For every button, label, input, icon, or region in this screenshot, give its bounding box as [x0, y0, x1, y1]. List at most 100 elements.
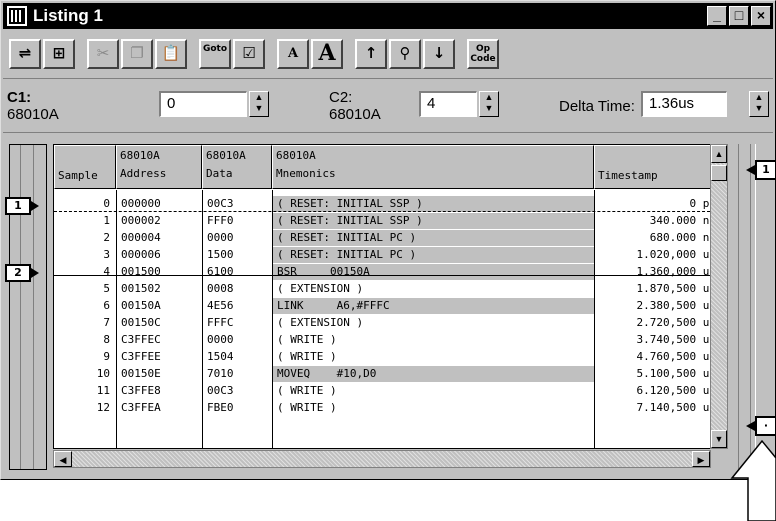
cell-sample: 8: [103, 333, 110, 346]
table-row[interactable]: 6 00150A 4E56 LINK A6,#FFFC 2.380,500 us: [54, 298, 720, 314]
table-row[interactable]: 7 00150C FFFC ( EXTENSION ) 2.720,500 us: [54, 315, 720, 331]
properties-button[interactable]: ☑: [233, 39, 265, 69]
insert-column-button[interactable]: ⇌: [9, 39, 41, 69]
header-sample[interactable]: Sample: [54, 145, 116, 189]
scroll-up-button[interactable]: ▲: [711, 145, 727, 163]
cell-sample: 9: [103, 350, 110, 363]
header-mnemonics[interactable]: 68010A Mnemonics: [272, 145, 594, 189]
table-row[interactable]: 10 00150E 7010 MOVEQ #10,D0 5.100,500 us: [54, 366, 720, 382]
cell-data: FFFC: [207, 316, 234, 329]
goto-icon: Goto: [202, 44, 228, 54]
marker-1[interactable]: 1: [5, 197, 39, 215]
header-data[interactable]: 68010A Data: [202, 145, 272, 189]
minimize-button[interactable]: _: [707, 6, 727, 26]
copy-button[interactable]: ❐: [121, 39, 153, 69]
cell-timestamp: 3.740,500 us: [636, 333, 716, 346]
cell-timestamp: 5.100,500 us: [636, 367, 716, 380]
table-row[interactable]: 8 C3FFEC 0000 ( WRITE ) 3.740,500 us: [54, 332, 720, 348]
header-address[interactable]: 68010A Address: [116, 145, 202, 189]
cell-sample: 10: [96, 367, 110, 380]
listing-table: Sample 68010A Address 68010A Data 68010A Mn…: [53, 144, 721, 449]
cell-data: 0000: [207, 231, 234, 244]
font-larger-button[interactable]: A: [311, 39, 343, 69]
table-row[interactable]: 4 001500 6100 BSR 00150A 1.360,000 us: [54, 264, 720, 280]
cell-mnemonic: ( EXTENSION ): [277, 282, 364, 295]
binoculars-icon: ⚲: [399, 44, 411, 62]
insert-column-icon: ⇌: [18, 44, 32, 62]
header-timestamp[interactable]: Timestamp: [594, 145, 720, 189]
horizontal-scrollbar[interactable]: ◀ ▶: [53, 450, 711, 468]
close-button[interactable]: ×: [751, 6, 771, 26]
cell-timestamp: 680.000 ns: [649, 231, 716, 244]
arrow-up-icon: ↑: [364, 44, 378, 62]
opcode-icon: Op Code: [470, 44, 496, 64]
table-row[interactable]: 2 000004 0000 ( RESET: INITIAL PC ) 680.000 …: [54, 230, 720, 246]
c1-spinner[interactable]: ▲ ▼: [249, 91, 269, 117]
cell-address: C3FFEE: [121, 350, 161, 363]
cell-data: 0008: [207, 282, 234, 295]
cell-mnemonic: BSR 00150A: [273, 264, 594, 280]
cell-mnemonic: ( RESET: INITIAL PC ): [273, 230, 594, 246]
scissors-icon: ✂: [96, 44, 110, 62]
add-marker-button[interactable]: ⊞: [43, 39, 75, 69]
delta-time-field[interactable]: 1.36us: [641, 91, 727, 117]
cell-mnemonic: ( WRITE ): [277, 333, 337, 346]
c2-field[interactable]: 4: [419, 91, 477, 117]
vertical-scroll-thumb[interactable]: [711, 165, 727, 181]
cell-address: C3FFE8: [121, 384, 161, 397]
c1-field[interactable]: 0: [159, 91, 247, 117]
cell-timestamp: 2.720,500 us: [636, 316, 716, 329]
right-marker-cursor[interactable]: ·: [746, 416, 775, 436]
table-row[interactable]: 0 000000 00C3( RESET: INITIAL SSP ) 0 ps: [54, 196, 720, 212]
cell-mnemonic: ( WRITE ): [277, 384, 337, 397]
title-bar[interactable]: Listing 1 _ □ ×: [3, 3, 773, 29]
search-up-button[interactable]: ↑: [355, 39, 387, 69]
vertical-scrollbar[interactable]: ▲ ▼: [710, 144, 728, 449]
table-row[interactable]: 1 000002 FFF0 ( RESET: INITIAL SSP ) 340.000…: [54, 213, 720, 229]
goto-button[interactable]: Goto: [199, 39, 231, 69]
cell-mnemonic: ( WRITE ): [277, 401, 337, 414]
table-row[interactable]: 12 C3FFEA FBE0 ( WRITE ) 7.140,500 us: [54, 400, 720, 416]
table-row[interactable]: 9 C3FFEE 1504 ( WRITE ) 4.760,500 us: [54, 349, 720, 365]
c1-label: C1: 68010A: [7, 89, 59, 123]
maximize-button[interactable]: □: [729, 6, 749, 26]
add-marker-icon: ⊞: [52, 44, 66, 62]
font-smaller-button[interactable]: A: [277, 39, 309, 69]
table-row[interactable]: 5 001502 0008 ( EXTENSION ) 1.870,500 us: [54, 281, 720, 297]
opcode-button[interactable]: Op Code: [467, 39, 499, 69]
cell-address: 001500: [121, 265, 161, 278]
clipboard-icon: 📋: [161, 44, 181, 62]
table-row[interactable]: 11 C3FFE8 00C3 ( WRITE ) 6.120,500 us: [54, 383, 720, 399]
marker-2[interactable]: 2: [5, 264, 39, 282]
cut-button[interactable]: ✂: [87, 39, 119, 69]
marker-2-line: [54, 275, 720, 276]
listing-window-icon[interactable]: [7, 6, 27, 26]
cell-mnemonic: ( RESET: INITIAL SSP ): [273, 196, 594, 212]
c2-label: C2: 68010A: [329, 89, 381, 123]
cell-sample: 5: [103, 282, 110, 295]
cell-address: 00150C: [121, 316, 161, 329]
cell-sample: 12: [96, 401, 110, 414]
cell-timestamp: 2.380,500 us: [636, 299, 716, 312]
find-button[interactable]: ⚲: [389, 39, 421, 69]
cell-sample: 6: [103, 299, 110, 312]
delta-time-spinner[interactable]: ▲ ▼: [749, 91, 769, 117]
right-marker-1[interactable]: 1: [746, 160, 775, 180]
cell-address: C3FFEA: [121, 401, 161, 414]
cell-timestamp: 340.000 ns: [649, 214, 716, 227]
properties-icon: ☑: [242, 44, 256, 62]
cell-sample: 1: [103, 214, 110, 227]
table-row[interactable]: 3 000006 1500 ( RESET: INITIAL PC ) 1.020,00…: [54, 247, 720, 263]
left-marker-strip[interactable]: [9, 144, 47, 470]
toolbar: ⇌ ⊞ ✂ ❐ 📋 Goto ☑ A A ↑ ⚲ ↓ Op Code: [3, 31, 773, 79]
scroll-down-button[interactable]: ▼: [711, 430, 727, 448]
scroll-right-button[interactable]: ▶: [692, 451, 710, 467]
cell-timestamp: 4.760,500 us: [636, 350, 716, 363]
paste-button[interactable]: 📋: [155, 39, 187, 69]
cell-address: 000006: [121, 248, 161, 261]
cell-sample: 4: [103, 265, 110, 278]
scroll-left-button[interactable]: ◀: [54, 451, 72, 467]
cell-mnemonic: ( WRITE ): [277, 350, 337, 363]
c2-spinner[interactable]: ▲ ▼: [479, 91, 499, 117]
search-down-button[interactable]: ↓: [423, 39, 455, 69]
